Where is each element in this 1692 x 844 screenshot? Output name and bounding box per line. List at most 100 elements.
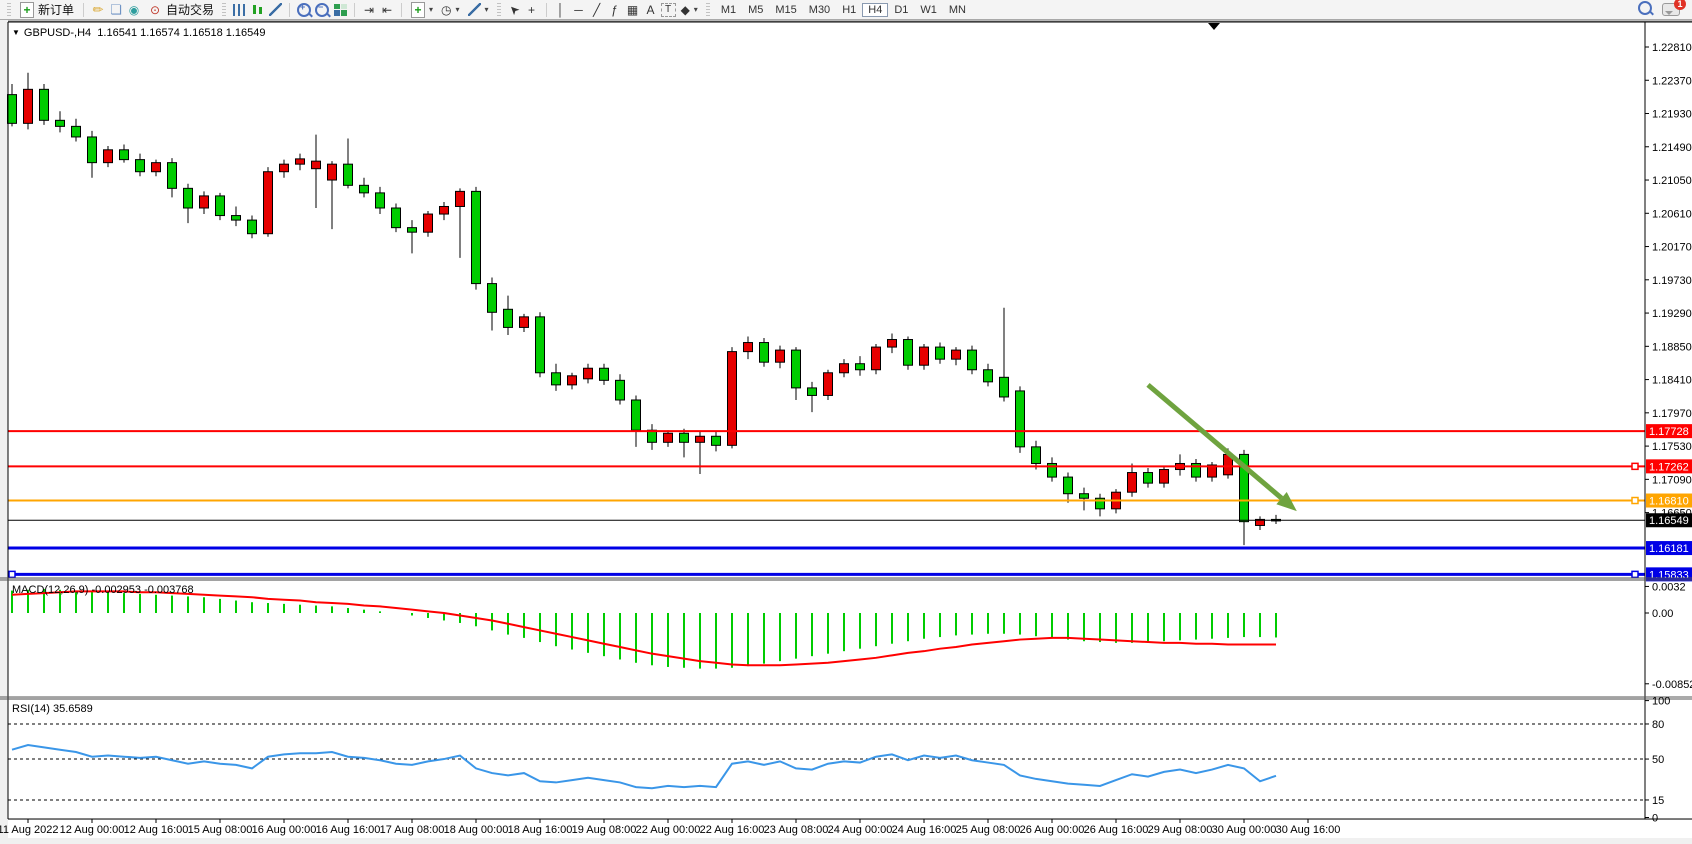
candle <box>520 317 529 328</box>
candle <box>72 126 81 137</box>
zoom-in-icon[interactable]: + <box>296 2 312 18</box>
main-chart-area[interactable] <box>8 22 1645 578</box>
macd-panel[interactable] <box>8 581 1645 697</box>
candle <box>1144 473 1153 484</box>
chart-shift-icon[interactable]: ⇤ <box>379 2 395 18</box>
candle <box>968 350 977 370</box>
timeframe-h4[interactable]: H4 <box>862 3 888 17</box>
candle <box>760 343 769 363</box>
candle <box>1000 377 1009 397</box>
timeframe-m15[interactable]: M15 <box>769 3 802 17</box>
hline-handle[interactable] <box>1632 571 1638 577</box>
auto-scroll-icon[interactable]: ⇥ <box>361 2 377 18</box>
time-tick-label: 12 Aug 00:00 <box>60 824 125 836</box>
candle <box>280 164 289 172</box>
shapes-button[interactable]: ◆▾ <box>678 1 701 19</box>
price-tick-label: 1.20170 <box>1652 242 1692 254</box>
timeframe-bar: M1M5M15M30H1H4D1W1MN <box>715 3 972 17</box>
new-order-button[interactable]: + 新订单 <box>16 1 77 19</box>
timeframe-h1[interactable]: H1 <box>836 3 862 17</box>
price-badge-label: 1.16810 <box>1649 496 1689 508</box>
candle <box>88 137 97 163</box>
time-tick-label: 30 Aug 00:00 <box>1212 824 1277 836</box>
candle <box>456 191 465 206</box>
toolbar-right: 1 <box>1638 1 1688 18</box>
time-tick-label: 16 Aug 16:00 <box>316 824 381 836</box>
time-tick-label: 16 Aug 00:00 <box>252 824 317 836</box>
text-icon[interactable]: A <box>643 2 659 18</box>
price-tick-label: 1.20610 <box>1652 208 1692 220</box>
candle <box>296 159 305 164</box>
time-tick-label: 24 Aug 16:00 <box>892 824 957 836</box>
timeframe-mn[interactable]: MN <box>943 3 972 17</box>
candle <box>8 95 17 124</box>
time-tick-label: 19 Aug 08:00 <box>572 824 637 836</box>
price-tick-label: 1.16650 <box>1652 508 1692 520</box>
candle <box>104 150 113 163</box>
new-chart-button[interactable]: +▾ <box>408 1 436 19</box>
trendline-icon[interactable]: ╱ <box>589 2 605 18</box>
time-tick-label: 15 Aug 08:00 <box>188 824 253 836</box>
symbol-dropdown-icon[interactable]: ▼ <box>12 28 20 37</box>
candle <box>632 400 641 430</box>
candle <box>792 350 801 388</box>
chart-canvas[interactable]: 1.177281.172621.168101.165491.161811.158… <box>0 0 1692 844</box>
candle <box>984 370 993 382</box>
candle <box>216 196 225 216</box>
vertical-line-icon[interactable]: │ <box>553 2 569 18</box>
time-tick-label: 30 Aug 16:00 <box>1276 824 1341 836</box>
auto-trading-label: 自动交易 <box>166 1 214 18</box>
time-tick-label: 26 Aug 00:00 <box>1020 824 1085 836</box>
timeframe-m1[interactable]: M1 <box>715 3 742 17</box>
line-chart-icon[interactable] <box>267 2 283 18</box>
macd-tick-label: -0.008529 <box>1652 679 1692 691</box>
mt4-window: { "toolbar": { "new_order_label": "新订单",… <box>0 0 1692 844</box>
price-tick-label: 1.17530 <box>1652 441 1692 453</box>
candle <box>776 350 785 362</box>
candlestick-chart-icon[interactable] <box>249 2 265 18</box>
timeframe-m5[interactable]: M5 <box>742 3 769 17</box>
tile-windows-icon[interactable] <box>332 2 348 18</box>
timeframe-m30[interactable]: M30 <box>803 3 836 17</box>
candle <box>856 364 865 370</box>
price-tick-label: 1.19290 <box>1652 308 1692 320</box>
hline-handle[interactable] <box>1632 463 1638 469</box>
bar-chart-icon[interactable] <box>231 2 247 18</box>
search-icon[interactable] <box>1638 1 1652 18</box>
text-label-icon[interactable]: T <box>661 3 676 17</box>
price-tick-label: 1.21930 <box>1652 109 1692 121</box>
indicators-button[interactable]: ▾ <box>465 1 492 19</box>
candle <box>1160 470 1169 484</box>
chat-icon[interactable]: 1 <box>1662 3 1680 16</box>
candle <box>664 433 673 442</box>
candle <box>472 191 481 283</box>
timeframe-w1[interactable]: W1 <box>914 3 943 17</box>
time-tick-label: 11 Aug 2022 <box>0 824 58 836</box>
hline-handle[interactable] <box>9 571 15 577</box>
auto-trading-button[interactable]: ⊙ 自动交易 <box>144 1 217 19</box>
symbol-ohlc-label[interactable]: ▼GBPUSD-,H4 1.16541 1.16574 1.16518 1.16… <box>12 27 266 39</box>
signals-icon[interactable]: ◉ <box>126 2 142 18</box>
timeframe-d1[interactable]: D1 <box>888 3 914 17</box>
zoom-out-icon[interactable]: − <box>314 2 330 18</box>
rsi-tick-label: 100 <box>1652 696 1670 708</box>
candle <box>24 89 33 123</box>
period-button[interactable]: ◷▾ <box>438 1 463 19</box>
hline-handle[interactable] <box>1632 498 1638 504</box>
cursor-icon[interactable]: ➤ <box>502 0 525 21</box>
ohlc-values: 1.16541 1.16574 1.16518 1.16549 <box>97 27 265 39</box>
price-tick-label: 1.17970 <box>1652 408 1692 420</box>
rsi-tick-label: 80 <box>1652 719 1664 731</box>
candle <box>584 368 593 379</box>
price-tick-label: 1.22370 <box>1652 75 1692 87</box>
fibonacci-icon[interactable]: ƒ <box>607 2 623 18</box>
crosshair-icon[interactable]: + <box>524 2 540 18</box>
channel-icon[interactable]: ▦ <box>625 2 641 18</box>
candle <box>56 120 65 126</box>
profiles-icon[interactable]: ❏ <box>108 2 124 18</box>
time-tick-label: 18 Aug 00:00 <box>444 824 509 836</box>
candle <box>424 214 433 232</box>
candle <box>808 388 817 396</box>
styles-icon[interactable]: ✏ <box>90 2 106 18</box>
horizontal-line-icon[interactable]: ─ <box>571 2 587 18</box>
